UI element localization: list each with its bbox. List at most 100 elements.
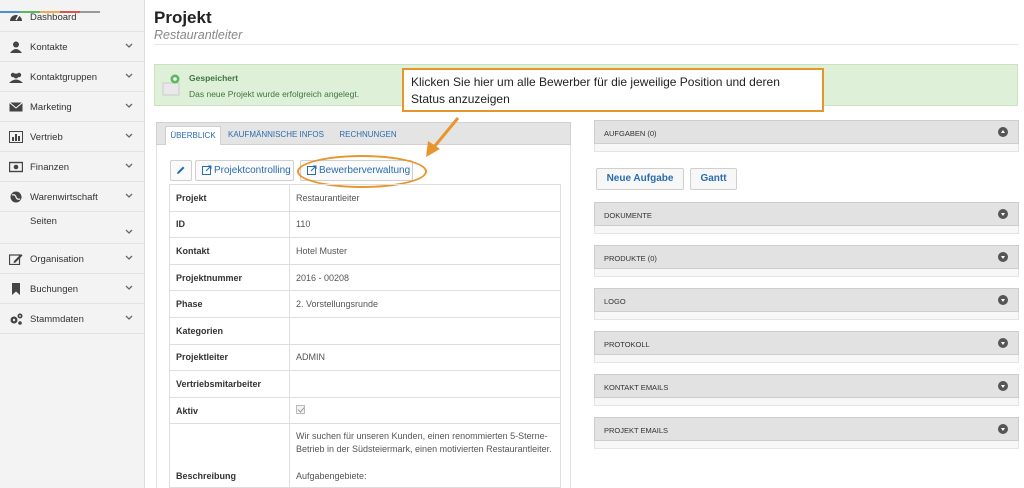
sidebar-item-seiten[interactable]: Seiten [0,212,145,244]
external-link-icon [202,165,212,175]
sidebar: Dashboard Kontakte Kontaktgruppen Market… [0,0,145,488]
table-row: ID 110 [169,210,561,239]
table-row: Projekt Restaurantleiter [169,184,561,212]
tab-rechnungen[interactable]: RECHNUNGEN [333,126,403,147]
panel-aufgaben-body [594,144,1019,152]
neue-aufgabe-button[interactable]: Neue Aufgabe [596,168,684,190]
tab-kaufmaennische-infos[interactable]: KAUFMÄNNISCHE INFOS [223,126,329,147]
pencil-icon [177,166,185,174]
panel-projekt-emails[interactable]: PROJEKT EMAILS [594,417,1019,441]
page-title: Projekt [154,8,212,27]
table-row: Vertriebsmitarbeiter [169,370,561,398]
panel-logo[interactable]: LOGO [594,288,1019,312]
chevron-down-icon [125,133,133,138]
edit-icon [9,254,23,265]
panel-dokumente-body [594,226,1019,234]
sidebar-item-label: Kontakte [30,42,68,53]
panel-produkte[interactable]: PRODUKTE (0) [594,245,1019,269]
table-row: Phase 2. Vorstellungsrunde [169,290,561,318]
row-value [289,370,561,398]
chevron-down-icon [125,255,133,260]
expand-icon[interactable] [998,381,1008,391]
panel-projekt-emails-body [594,441,1019,449]
sidebar-item-vertrieb[interactable]: Vertrieb [0,122,145,152]
row-value: 110 [289,210,561,239]
table-row: Beschreibung Wir suchen für unseren Kund… [169,423,561,488]
expand-icon[interactable] [998,209,1008,219]
callout-annotation: Klicken Sie hier um alle Bewerber für di… [402,68,824,112]
sidebar-item-dashboard[interactable]: Dashboard [0,2,145,32]
tab-ueberblick[interactable]: ÜBERBLICK [165,126,221,147]
panel-protokoll[interactable]: PROTOKOLL [594,331,1019,355]
aktiv-checkbox[interactable] [296,405,305,415]
row-key: ID [169,210,290,239]
panel-title: PROJEKT EMAILS [604,426,669,435]
panel-dokumente[interactable]: DOKUMENTE [594,202,1019,226]
expand-icon[interactable] [998,295,1008,305]
panel-produkte-body [594,269,1019,277]
sidebar-item-organisation[interactable]: Organisation [0,244,145,274]
panel-aufgaben[interactable]: AUFGABEN (0) [594,120,1019,144]
saved-icon [162,74,180,96]
collapse-icon[interactable] [998,127,1008,137]
aktiv-value [289,396,561,425]
panel-title: KONTAKT EMAILS [604,383,669,392]
page-subtitle: Restaurantleiter [154,28,243,42]
table-row: Kontakt Hotel Muster [169,237,561,265]
expand-icon[interactable] [998,338,1008,348]
sidebar-item-kontakte[interactable]: Kontakte [0,32,145,62]
row-value: ADMIN [289,343,561,372]
row-key: Kategorien [169,316,290,345]
sidebar-item-label: Vertrieb [30,132,63,143]
row-value: Hotel Muster [289,237,561,265]
panel-kontakt-emails-body [594,398,1019,406]
row-value: Restaurantleiter [289,184,561,212]
table-row: Aktiv [169,396,561,425]
sidebar-item-finanzen[interactable]: Finanzen [0,152,145,182]
chevron-down-icon [125,229,133,234]
sidebar-item-label: Warenwirtschaft [30,192,98,203]
bookmark-icon [12,283,20,295]
sidebar-item-buchungen[interactable]: Buchungen [0,274,145,304]
dashboard-icon [10,14,22,21]
gantt-button[interactable]: Gantt [690,168,737,190]
users-icon [9,72,23,83]
projektcontrolling-label: Projektcontrolling [214,165,291,176]
row-key: Vertriebsmitarbeiter [169,370,290,398]
panel-title: DOKUMENTE [604,211,652,220]
expand-icon[interactable] [998,252,1008,262]
sidebar-item-kontaktgruppen[interactable]: Kontaktgruppen [0,62,145,92]
chevron-down-icon [125,43,133,48]
sidebar-item-warenwirtschaft[interactable]: Warenwirtschaft [0,182,145,212]
panel-kontakt-emails[interactable]: KONTAKT EMAILS [594,374,1019,398]
row-key: Beschreibung [169,423,290,488]
sidebar-item-label: Seiten [30,216,57,227]
alert-title: Gespeichert [189,73,239,83]
chevron-down-icon [125,315,133,320]
expand-icon[interactable] [998,424,1008,434]
envelope-icon [9,102,23,112]
sidebar-item-stammdaten[interactable]: Stammdaten [0,304,145,334]
panel-logo-body [594,312,1019,320]
callout-arrow-icon [426,117,460,157]
row-value: 2. Vorstellungsrunde [289,290,561,318]
edit-button[interactable] [170,160,192,181]
row-key: Projektnummer [169,263,290,292]
bar-chart-icon [9,131,23,143]
user-icon [10,41,22,53]
chevron-down-icon [125,73,133,78]
globe-icon [10,191,22,203]
sidebar-item-marketing[interactable]: Marketing [0,92,145,122]
row-value [289,316,561,345]
panel-title: PROTOKOLL [604,340,650,349]
row-key: Projekt [169,184,290,212]
sidebar-item-label: Buchungen [30,284,79,295]
cogs-icon [10,313,23,325]
alert-message: Das neue Projekt wurde erfolgreich angel… [189,89,360,99]
projektcontrolling-button[interactable]: Projektcontrolling [195,160,294,181]
row-value: 2016 - 00208 [289,263,561,292]
beschreibung-text: Wir suchen für unseren Kunden, einen ren… [296,431,552,455]
chevron-down-icon [125,193,133,198]
row-key: Projektleiter [169,343,290,372]
sidebar-item-label: Kontaktgruppen [30,72,98,83]
